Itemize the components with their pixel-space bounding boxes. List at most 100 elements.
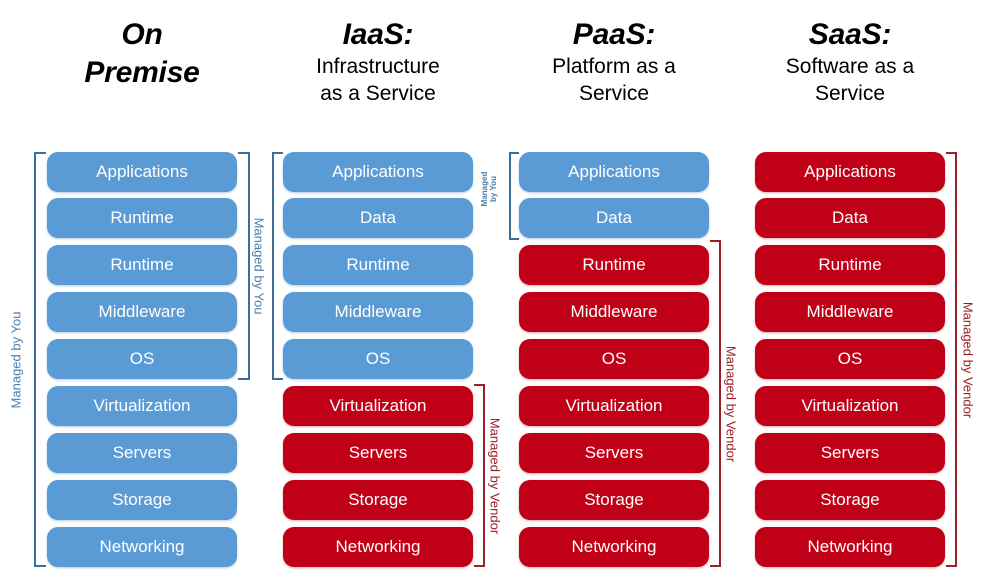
layer-label: Data <box>360 208 396 227</box>
layer-label: Middleware <box>98 302 186 321</box>
layer-label: OS <box>129 349 155 368</box>
layer-pill[interactable]: Applications <box>47 152 237 192</box>
layer-label: Storage <box>584 490 644 509</box>
layer-pill[interactable]: Networking <box>755 527 945 567</box>
layer-pill[interactable]: Servers <box>283 433 473 473</box>
header-acronym-paas: PaaS: <box>572 18 656 51</box>
layer-label: OS <box>601 349 627 368</box>
layer-pill[interactable]: Servers <box>519 433 709 473</box>
layer-label: Storage <box>820 490 880 509</box>
bracket-saas-vendor <box>946 152 957 567</box>
layer-label: Virtualization <box>329 396 427 415</box>
layer-pill[interactable]: Applications <box>519 152 709 192</box>
layer-pill[interactable]: Virtualization <box>519 386 709 426</box>
layer-label: Runtime <box>346 255 410 274</box>
header-acronym-on-premise: On <box>121 18 163 51</box>
header-expansion-paas-line2: Service <box>578 81 650 105</box>
layer-label: Servers <box>584 443 644 462</box>
side-label-iaas-vendor: Managed by Vendor <box>487 417 503 535</box>
layer-label: Middleware <box>334 302 422 321</box>
side-label-paas-vendor: Managed by Vendor <box>723 345 739 463</box>
layer-label: Storage <box>348 490 408 509</box>
layer-pill[interactable]: Applications <box>283 152 473 192</box>
layer-label: Servers <box>820 443 880 462</box>
layer-pill[interactable]: OS <box>755 339 945 379</box>
layer-label: Data <box>832 208 868 227</box>
layer-pill[interactable]: Middleware <box>755 292 945 332</box>
layer-pill[interactable]: Networking <box>519 527 709 567</box>
layer-pill[interactable]: Storage <box>755 480 945 520</box>
header-acronym-saas: SaaS: <box>808 18 892 51</box>
side-label-on-premise-right: Managed by You <box>251 217 267 315</box>
column-header-on-premise: On Premise <box>47 16 237 92</box>
layer-pill[interactable]: OS <box>519 339 709 379</box>
layer-label: OS <box>837 349 863 368</box>
layer-pill[interactable]: Middleware <box>47 292 237 332</box>
header-expansion-paas-line1: Platform as a <box>552 55 676 79</box>
bracket-iaas-vendor <box>474 384 485 567</box>
layer-label: Runtime <box>110 255 174 274</box>
layer-pill[interactable]: Virtualization <box>47 386 237 426</box>
bracket-on-premise-left <box>34 152 46 567</box>
cloud-service-models-diagram: On Premise IaaS: Infrastructure as a Ser… <box>0 0 999 578</box>
layer-label: Middleware <box>806 302 894 321</box>
layer-label: Storage <box>112 490 172 509</box>
layer-pill[interactable]: Middleware <box>519 292 709 332</box>
column-header-iaas: IaaS: Infrastructure as a Service <box>283 16 473 107</box>
header-acronym-iaas: IaaS: <box>342 18 414 51</box>
layer-pill[interactable]: Storage <box>519 480 709 520</box>
layer-pill[interactable]: Storage <box>283 480 473 520</box>
header-expansion-saas-line1: Software as a <box>785 55 915 79</box>
layer-pill[interactable]: Networking <box>47 527 237 567</box>
header-acronym2-on-premise: Premise <box>84 56 200 90</box>
bracket-paas-vendor <box>710 240 721 567</box>
layer-label: Middleware <box>570 302 658 321</box>
layer-label: Runtime <box>110 208 174 227</box>
header-expansion-iaas-line1: Infrastructure <box>316 55 440 79</box>
stack-paas: Applications Data Runtime Middleware OS … <box>519 152 709 567</box>
stack-saas: Applications Data Runtime Middleware OS … <box>755 152 945 567</box>
layer-pill[interactable]: Runtime <box>755 245 945 285</box>
layer-pill[interactable]: Virtualization <box>755 386 945 426</box>
layer-pill[interactable]: Runtime <box>47 245 237 285</box>
stack-on-premise: Applications Runtime Runtime Middleware … <box>47 152 237 567</box>
layer-label: OS <box>365 349 391 368</box>
layer-pill[interactable]: Servers <box>47 433 237 473</box>
layer-pill[interactable]: Runtime <box>519 245 709 285</box>
layer-label: Servers <box>348 443 408 462</box>
layer-pill[interactable]: Servers <box>755 433 945 473</box>
layer-pill[interactable]: Data <box>755 198 945 238</box>
layer-label: Virtualization <box>801 396 899 415</box>
layer-pill[interactable]: OS <box>283 339 473 379</box>
layer-pill[interactable]: Networking <box>283 527 473 567</box>
layer-label: Networking <box>571 537 657 556</box>
stack-iaas: Applications Data Runtime Middleware OS … <box>283 152 473 567</box>
layer-label: Runtime <box>582 255 646 274</box>
layer-label: Data <box>596 208 632 227</box>
layer-pill[interactable]: Runtime <box>47 198 237 238</box>
layer-pill[interactable]: Data <box>519 198 709 238</box>
column-header-saas: SaaS: Software as a Service <box>755 16 945 107</box>
layer-pill[interactable]: Middleware <box>283 292 473 332</box>
header-expansion-saas-line2: Service <box>814 81 886 105</box>
layer-label: Applications <box>96 162 188 181</box>
layer-label: Applications <box>568 162 660 181</box>
layer-label: Networking <box>807 537 893 556</box>
layer-pill[interactable]: Applications <box>755 152 945 192</box>
layer-label: Virtualization <box>565 396 663 415</box>
layer-pill[interactable]: Data <box>283 198 473 238</box>
layer-pill[interactable]: Virtualization <box>283 386 473 426</box>
side-label-saas-vendor: Managed by Vendor <box>960 301 976 419</box>
layer-pill[interactable]: Storage <box>47 480 237 520</box>
layer-label: Applications <box>332 162 424 181</box>
side-label-on-premise-left: Managed by You <box>8 311 24 409</box>
side-label-iaas-you-line1: Managed <box>479 171 489 207</box>
bracket-iaas-you <box>272 152 283 380</box>
header-expansion-iaas-line2: as a Service <box>320 81 436 105</box>
layer-pill[interactable]: Runtime <box>283 245 473 285</box>
column-header-paas: PaaS: Platform as a Service <box>519 16 709 107</box>
layer-label: Runtime <box>818 255 882 274</box>
layer-label: Networking <box>335 537 421 556</box>
layer-label: Servers <box>112 443 172 462</box>
layer-pill[interactable]: OS <box>47 339 237 379</box>
